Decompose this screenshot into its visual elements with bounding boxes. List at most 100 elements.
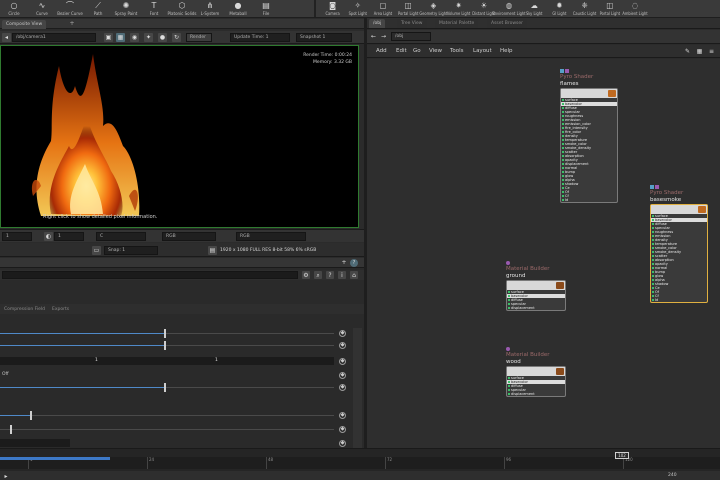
render-button[interactable]: Render <box>186 33 212 42</box>
wrench-icon[interactable]: ✎ <box>683 47 692 56</box>
node-body[interactable]: surface basecolor diffuse specular displacem… <box>506 366 566 397</box>
keyframe-icon[interactable]: ◆ <box>339 384 346 391</box>
shelf-tool-portal-light[interactable]: ◫ Portal Light <box>396 0 421 18</box>
keyframe-icon[interactable]: ◆ <box>339 330 346 337</box>
shelf-tool-camera[interactable]: ◙ Camera <box>320 0 345 18</box>
zoom-field[interactable]: 1 <box>54 232 84 241</box>
help-icon[interactable]: ? <box>350 259 358 267</box>
menu-help[interactable]: Help <box>500 47 513 56</box>
network-path-field[interactable]: /obj <box>391 32 431 41</box>
slider-thumb[interactable] <box>10 425 12 434</box>
param-row-slider-2[interactable]: ◆ <box>0 340 364 350</box>
tab-exports[interactable]: Exports <box>48 305 74 314</box>
help-circle-icon[interactable]: ? <box>326 271 334 279</box>
shelf-tool-sky-light[interactable]: ☁ Sky Light <box>522 0 547 18</box>
tab-compression-field[interactable]: Compression Field <box>0 305 50 314</box>
node-body[interactable]: surface basecolor diffuse specular displacem… <box>506 280 566 311</box>
pin-icon[interactable]: ◂ <box>2 33 11 42</box>
node-body[interactable]: surface basecolor diffuse specular roughness… <box>650 204 708 303</box>
slider-thumb[interactable] <box>30 411 32 420</box>
tab-obj[interactable]: /obj <box>369 19 386 28</box>
refresh-icon[interactable]: ↻ <box>172 33 181 42</box>
tab-composite-view[interactable]: Composite View <box>2 20 47 29</box>
menu-go[interactable]: Go <box>413 47 421 56</box>
shelf-tool-spot-light[interactable]: ✧ Spot Light <box>345 0 370 18</box>
shelf-tool-geometry-light[interactable]: ◈ Geometry Light <box>419 0 447 18</box>
tab-asset-browser[interactable]: Asset Browser <box>487 19 527 28</box>
display-field[interactable]: RGB <box>236 232 306 241</box>
node-wood[interactable]: Material Builder wood surface basecolor di… <box>506 347 566 397</box>
shelf-tool-bezier[interactable]: ⌒ Bezier Curve <box>56 0 84 18</box>
timeline[interactable]: 124487296120 102 ▸ 240 <box>0 448 720 480</box>
keyframe-icon[interactable]: ◆ <box>339 412 346 419</box>
menu-layout[interactable]: Layout <box>473 47 492 56</box>
shelf-tool-volume-light[interactable]: ✷ Volume Light <box>446 0 471 18</box>
param-row-slider-5[interactable]: ◆ <box>0 424 364 434</box>
keyframe-icon[interactable]: ◆ <box>339 342 346 349</box>
param-scrollbar[interactable] <box>353 328 362 448</box>
param-row-slider-1[interactable]: ◆ <box>0 328 364 338</box>
update-time-field[interactable]: Update Time: 1 <box>230 33 290 42</box>
menu-tools[interactable]: Tools <box>450 47 464 56</box>
color-correction-icon[interactable]: ◐ <box>44 232 53 241</box>
slider-thumb[interactable] <box>164 383 166 392</box>
light-icon[interactable]: ✦ <box>144 33 153 42</box>
mode-field[interactable]: RGB <box>162 232 216 241</box>
add-pane-icon[interactable]: + <box>340 259 348 267</box>
snapshot-icon[interactable]: ▭ <box>92 246 101 255</box>
shelf-tool-environment-light[interactable]: ◍ Environment Light <box>492 0 525 18</box>
snapshot-field[interactable]: Snapshot 1 <box>296 33 352 42</box>
shelf-tool-spray[interactable]: ✺ Spray Paint <box>112 0 140 18</box>
current-frame-marker[interactable]: 102 <box>615 452 629 459</box>
param-row-slider-3[interactable]: ◆ <box>0 382 364 392</box>
forward-arrow-icon[interactable]: → <box>379 32 388 41</box>
render-mode-icon[interactable]: ▣ <box>104 33 113 42</box>
slider-thumb[interactable] <box>164 329 166 338</box>
frame-field[interactable]: 1 <box>2 232 32 241</box>
shelf-tool-text[interactable]: T Font <box>140 0 168 18</box>
param-row-toggle[interactable]: Off ◆ <box>0 370 364 380</box>
param-input[interactable] <box>0 439 70 447</box>
shelf-tool-file[interactable]: ▤ File <box>252 0 280 18</box>
grid-icon[interactable]: ▦ <box>695 47 704 56</box>
slider-thumb[interactable] <box>164 341 166 350</box>
back-arrow-icon[interactable]: ← <box>369 32 378 41</box>
shelf-tool-platonic[interactable]: ⬡ Platonic Solids <box>168 0 197 18</box>
param-row-vector[interactable]: 1 1 ◆ <box>0 356 364 366</box>
stop-icon[interactable]: ● <box>158 33 167 42</box>
network-editor[interactable]: Pyro Shader flames surface basecolor diffu… <box>367 59 720 448</box>
menu-edit[interactable]: Edit <box>396 47 407 56</box>
menu-add[interactable]: Add <box>376 47 387 56</box>
node-ground[interactable]: Material Builder ground surface basecolor… <box>506 261 566 311</box>
keyframe-icon[interactable]: ◆ <box>339 372 346 379</box>
shelf-tool-metaball[interactable]: ● Metaball <box>224 0 252 18</box>
param-filter-input[interactable] <box>2 271 298 279</box>
keyframe-icon[interactable]: ◆ <box>339 426 346 433</box>
node-body[interactable]: surface basecolor diffuse specular roughness… <box>560 88 618 203</box>
shelf-tool-circle[interactable]: ○ Circle <box>0 0 28 18</box>
shelf-tool-caustic-light[interactable]: ❈ Caustic Light <box>572 0 597 18</box>
info-icon[interactable]: i <box>338 271 346 279</box>
search-icon[interactable]: ⌕ <box>314 271 322 279</box>
keyframe-icon[interactable]: ◆ <box>339 440 346 447</box>
keyframe-icon[interactable]: ◆ <box>339 358 346 365</box>
play-icon[interactable]: ▸ <box>2 472 10 480</box>
snap-field[interactable]: Snap: 1 <box>104 246 158 255</box>
list-icon[interactable]: ≡ <box>707 47 716 56</box>
camera-select[interactable]: /obj/camera1 <box>12 33 96 42</box>
gear-icon[interactable]: ⚙ <box>302 271 310 279</box>
shelf-tool-area-light[interactable]: ▢ Area Light <box>370 0 395 18</box>
shelf-tool-ambient-light[interactable]: ◌ Ambient Light <box>622 0 647 18</box>
shelf-tool-gi-light[interactable]: ✹ GI Light <box>547 0 572 18</box>
param-row-field[interactable]: ◆ <box>0 438 364 448</box>
vector-field[interactable] <box>0 357 334 365</box>
tab-material-palette[interactable]: Material Palette <box>435 19 479 28</box>
shelf-tool-portal-light[interactable]: ◫ Portal Light <box>597 0 622 18</box>
render-viewport[interactable]: Render Time: 0:00:24 Memory: 3.32 GB Rig… <box>0 45 359 228</box>
region-icon[interactable]: ▦ <box>116 33 125 42</box>
shelf-tool-curve[interactable]: ∿ Curve <box>28 0 56 18</box>
shelf-tool-lsystem[interactable]: ⋔ L-System <box>196 0 224 18</box>
node-basesmoke[interactable]: Pyro Shader basesmoke surface basecolor di… <box>650 185 708 303</box>
save-icon[interactable]: ▤ <box>208 246 217 255</box>
preview-icon[interactable]: ◉ <box>130 33 139 42</box>
